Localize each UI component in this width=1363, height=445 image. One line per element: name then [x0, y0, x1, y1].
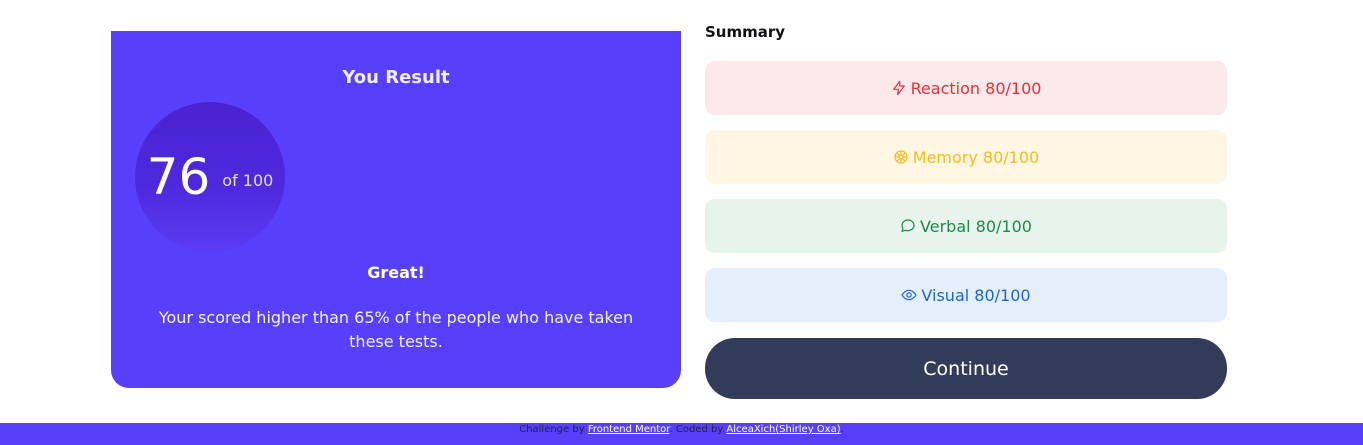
frontend-mentor-link[interactable]: Frontend Mentor [588, 424, 670, 435]
brain-icon [893, 149, 909, 165]
summary-item-label: Verbal 80/100 [920, 216, 1032, 236]
score-value: 76 [146, 148, 211, 206]
summary-item-label: Reaction 80/100 [910, 78, 1042, 98]
score-of: of 100 [222, 170, 274, 190]
result-description: Your scored higher than 65% of the peopl… [158, 308, 634, 351]
continue-button[interactable]: Continue [705, 338, 1227, 399]
attribution-footer: Challenge by Frontend Mentor. Coded by A… [0, 423, 1363, 445]
summary-item-verbal: Verbal 80/100 [705, 199, 1227, 253]
summary-item-visual: Visual 80/100 [705, 268, 1227, 322]
result-card: You Result 76 of 100 Great! Your scored … [111, 31, 681, 388]
footer-middle: . Coded by [669, 424, 727, 435]
score-circle: 76 of 100 [135, 102, 285, 252]
author-link[interactable]: AlceaXich(Shirley Oxa) [726, 424, 840, 435]
chat-bubble-icon [900, 218, 916, 234]
lightning-icon [891, 80, 907, 96]
summary-item-memory: Memory 80/100 [705, 130, 1227, 184]
eye-icon [901, 287, 918, 303]
footer-prefix: Challenge by [519, 424, 588, 435]
summary-title: Summary [705, 23, 786, 41]
result-title: You Result [342, 67, 450, 88]
results-page: You Result 76 of 100 Great! Your scored … [0, 0, 1363, 445]
footer-suffix: . [840, 424, 844, 435]
result-label: Great! [367, 263, 425, 282]
summary-item-label: Visual 80/100 [921, 285, 1031, 305]
summary-item-reaction: Reaction 80/100 [705, 61, 1227, 115]
summary-item-label: Memory 80/100 [912, 147, 1040, 167]
